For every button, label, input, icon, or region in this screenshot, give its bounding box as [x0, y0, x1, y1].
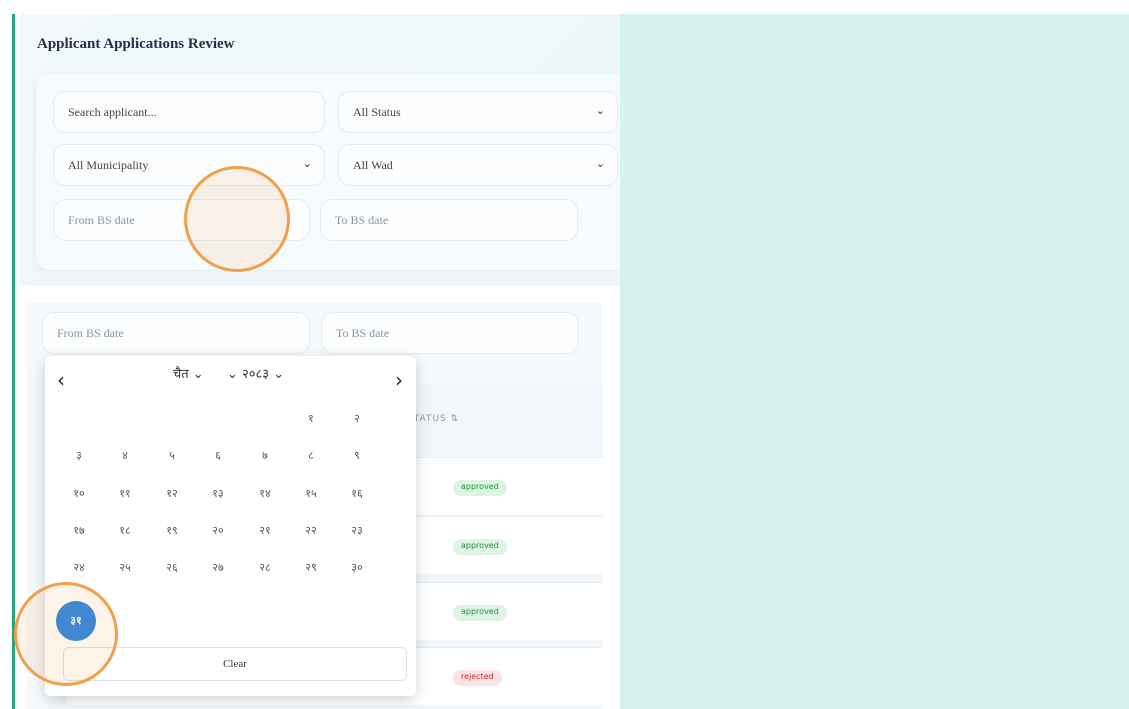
filter-card: Search applicant... All Status ⌄ All Mun… [36, 74, 620, 270]
status-badge: approved [453, 480, 507, 496]
status-select[interactable]: All Status ⌄ [338, 91, 618, 133]
calendar-day[interactable]: १८ [105, 523, 145, 538]
search-placeholder: Search applicant... [68, 104, 157, 119]
section-divider [36, 270, 620, 286]
to-date-placeholder: To BS date [335, 212, 389, 227]
month-select[interactable]: चैत ⌄ [173, 364, 204, 382]
year-label: २०८३ [242, 367, 270, 382]
calendar-day[interactable]: २ [337, 411, 377, 426]
calendar-day[interactable]: २१ [245, 523, 285, 538]
municipality-select[interactable]: All Municipality ⌄ [53, 144, 325, 186]
chevron-down-icon: ⌄ [302, 157, 312, 170]
status-select-value: All Status [353, 104, 401, 119]
municipality-select-value: All Municipality [68, 157, 149, 172]
status-badge: approved [453, 539, 507, 555]
calendar-day[interactable]: २५ [105, 560, 145, 575]
calendar-day[interactable]: २६ [152, 560, 192, 575]
from-date-input[interactable]: From BS date [42, 312, 310, 354]
calendar-day[interactable]: १४ [245, 486, 285, 501]
calendar-day[interactable]: २९ [291, 560, 331, 575]
calendar-day[interactable]: २० [198, 523, 238, 538]
calendar-day[interactable]: १० [59, 486, 99, 501]
calendar-day[interactable]: २८ [245, 560, 285, 575]
calendar-day[interactable]: ५ [152, 448, 192, 463]
chevron-down-icon: ⌄ [595, 157, 605, 170]
ward-select[interactable]: All Wad ⌄ [338, 144, 618, 186]
from-date-placeholder: From BS date [68, 212, 135, 227]
click-highlight-circle [14, 582, 118, 686]
left-accent-bar [12, 14, 15, 709]
month-label: चैत [173, 367, 189, 382]
calendar-day[interactable]: १ [291, 411, 331, 426]
chevron-left-icon[interactable]: ‹ [57, 368, 65, 392]
click-highlight-circle [184, 166, 290, 272]
calendar-day[interactable]: २३ [337, 523, 377, 538]
calendar-day[interactable]: २७ [198, 560, 238, 575]
status-badge: approved [453, 605, 507, 621]
calendar-day[interactable]: २४ [59, 560, 99, 575]
year-select[interactable]: ⌄ २०८३ ⌄ [227, 364, 284, 382]
to-date-placeholder: To BS date [336, 325, 390, 340]
ward-select-value: All Wad [353, 157, 393, 172]
search-input[interactable]: Search applicant... [53, 91, 325, 133]
calendar-day[interactable]: १९ [152, 523, 192, 538]
calendar-day[interactable]: १६ [337, 486, 377, 501]
calendar-day[interactable]: ३ [59, 448, 99, 463]
from-date-placeholder: From BS date [57, 325, 124, 340]
calendar-day[interactable]: ७ [245, 448, 285, 463]
calendar-day[interactable]: २२ [291, 523, 331, 538]
calendar-day[interactable]: १२ [152, 486, 192, 501]
calendar-day[interactable]: १७ [59, 523, 99, 538]
calendar-day[interactable]: ९ [337, 448, 377, 463]
chevron-down-icon: ⌄ [595, 104, 605, 117]
status-badge: rejected [453, 670, 502, 686]
calendar-day[interactable]: ४ [105, 448, 145, 463]
background-panel [620, 14, 1129, 709]
filter-panel-top: Applicant Applications Review Search app… [20, 14, 620, 286]
to-date-input[interactable]: To BS date [320, 199, 578, 241]
to-date-input[interactable]: To BS date [321, 312, 579, 354]
calendar-day[interactable]: ६ [198, 448, 238, 463]
calendar-day[interactable]: १५ [291, 486, 331, 501]
calendar-day[interactable]: ८ [291, 448, 331, 463]
calendar-day[interactable]: १३ [198, 486, 238, 501]
calendar-day[interactable]: ३० [337, 560, 377, 575]
page-title: Applicant Applications Review [37, 36, 235, 52]
calendar-day[interactable]: ११ [105, 486, 145, 501]
chevron-right-icon[interactable]: › [395, 368, 403, 392]
